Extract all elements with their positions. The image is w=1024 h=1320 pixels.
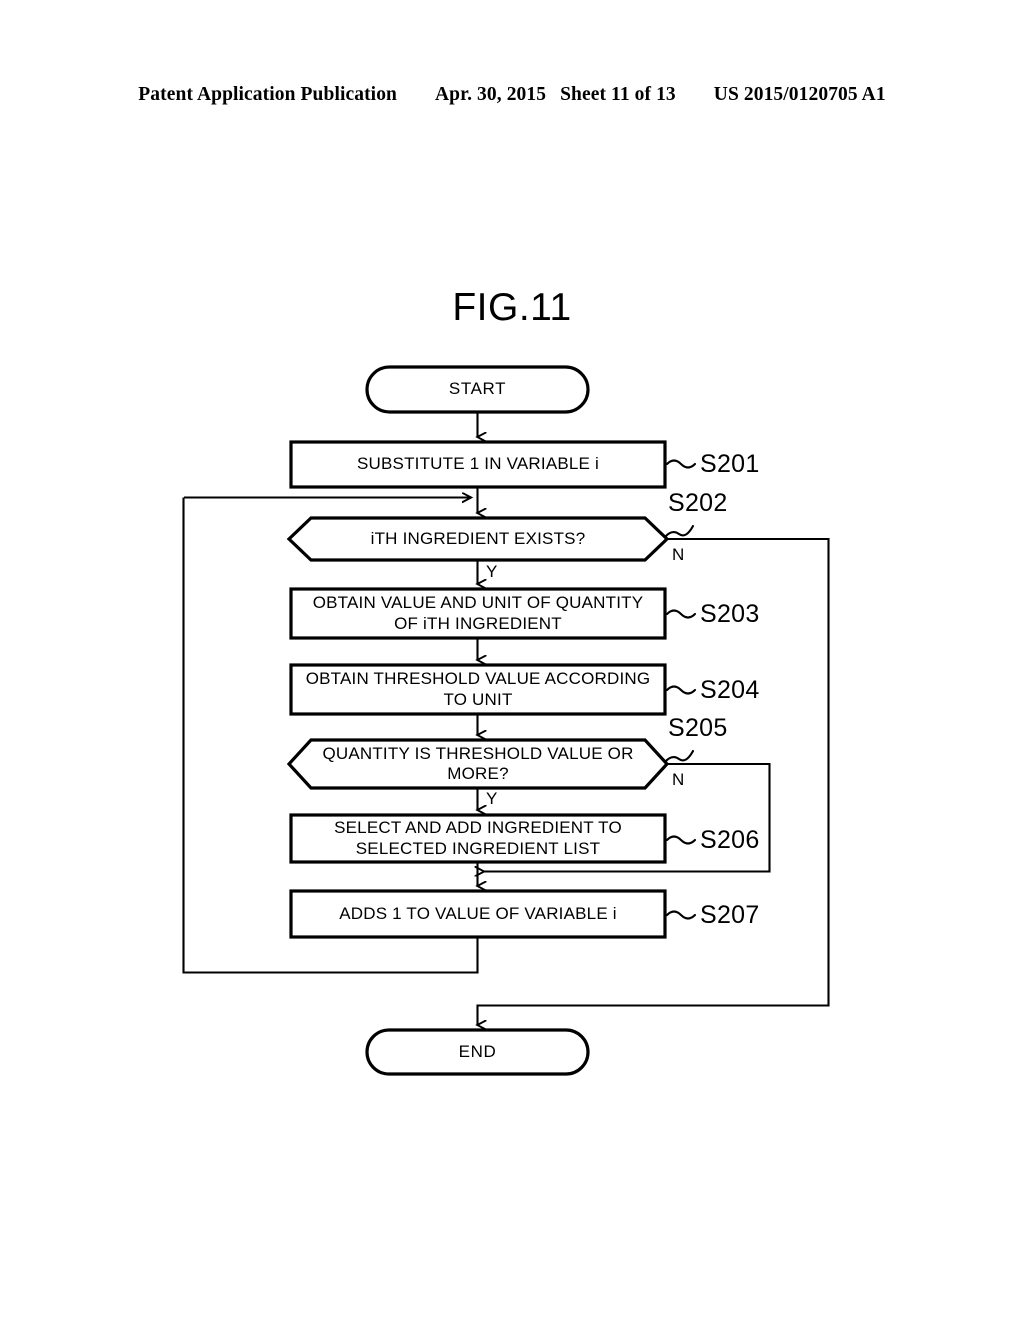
branch-label-s205-no: N [672, 770, 685, 789]
flowchart-canvas [182, 365, 830, 1076]
branch-label-s205-yes: Y [486, 789, 498, 808]
step-ref-s207: S207 [700, 901, 760, 929]
node-start [365, 365, 590, 414]
node-s201 [289, 440, 667, 489]
step-ref-s203: S203 [700, 600, 760, 628]
branch-label-s202-no: N [672, 545, 685, 564]
node-s202 [286, 516, 670, 562]
step-ref-s205: S205 [668, 714, 728, 742]
step-ref-s206: S206 [700, 826, 760, 854]
step-ref-s204: S204 [700, 676, 760, 704]
node-s204 [289, 663, 667, 716]
node-s206 [289, 813, 667, 864]
step-ref-s201: S201 [700, 450, 760, 478]
node-s205 [286, 738, 670, 790]
node-end [365, 1028, 590, 1076]
step-ref-s202: S202 [668, 489, 728, 517]
branch-label-s202-yes: Y [486, 562, 498, 581]
patent-page: Patent Application Publication Apr. 30, 2… [0, 0, 1024, 1320]
node-s207 [289, 889, 667, 939]
node-s203 [289, 587, 667, 640]
